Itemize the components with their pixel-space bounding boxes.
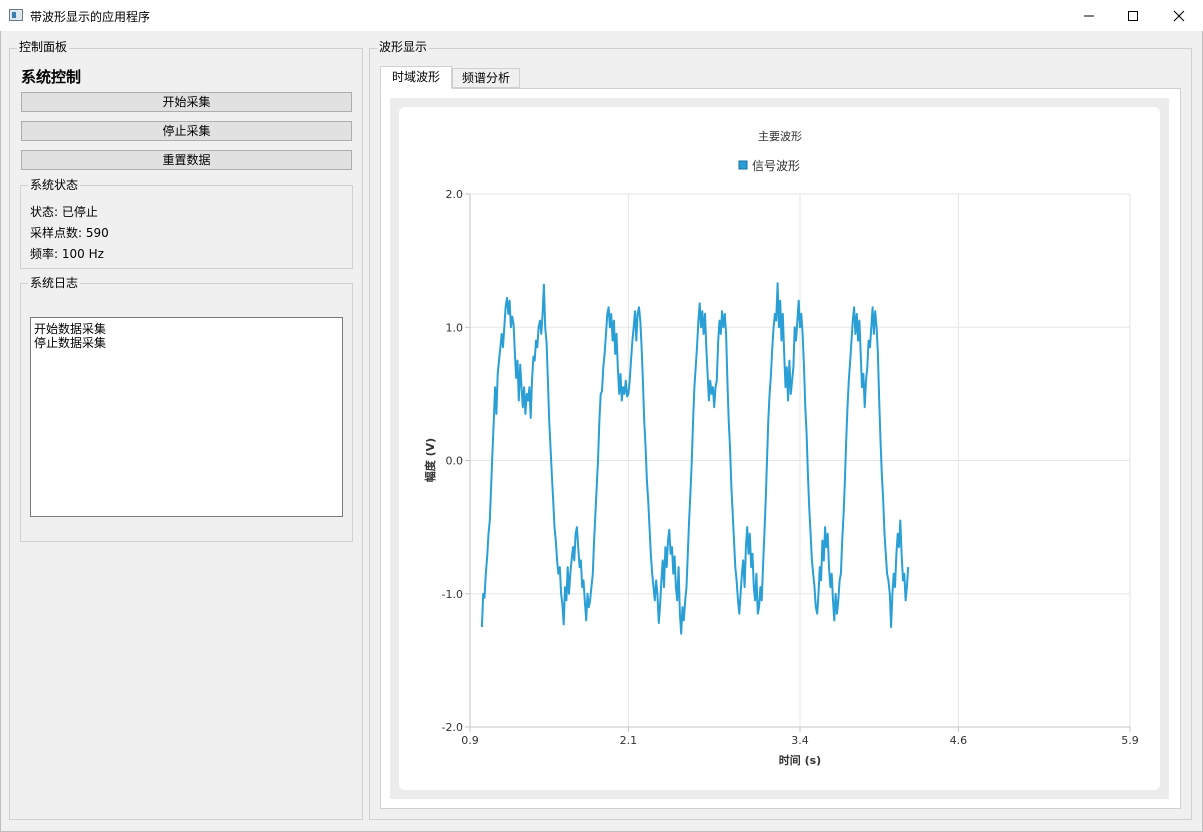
x-tick-label: 0.9 (461, 734, 479, 747)
legend-label: 信号波形 (752, 159, 800, 173)
y-tick-label: 0.0 (446, 455, 464, 468)
waveform-chart: 0.9 2.1 3.4 4.6 5.9 2.0 1.0 0.0 -1.0 -2.0 主要波形时间 (… (423, 130, 1139, 767)
tab-time-domain[interactable]: 时域波形 (380, 66, 452, 89)
y-tick-label: 1.0 (446, 321, 464, 334)
x-tick-label: 2.1 (620, 734, 638, 747)
x-tick-label: 3.4 (791, 734, 809, 747)
y-tick-label: 2.0 (446, 188, 464, 201)
y-tick-label: -2.0 (442, 721, 463, 734)
x-tick-label: 5.9 (1121, 734, 1139, 747)
x-tick-label: 4.6 (950, 734, 968, 747)
chart-title: 主要波形 (758, 130, 802, 143)
y-axis-label: 幅度 (V) (423, 438, 437, 482)
y-tick-label: -1.0 (442, 588, 463, 601)
series-line (480, 282, 910, 635)
legend-marker (738, 160, 748, 170)
x-axis-label: 时间 (s) (779, 753, 821, 767)
